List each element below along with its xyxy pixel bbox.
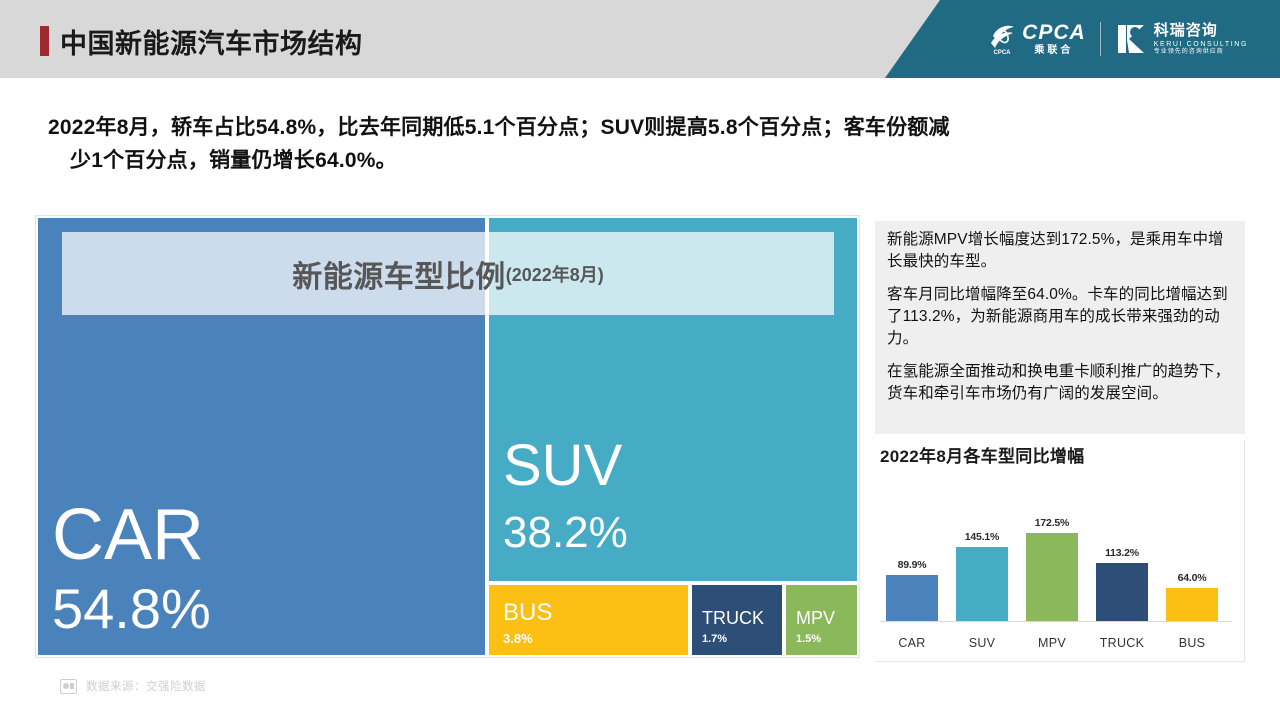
treemap-car-value: 54.8% (52, 577, 211, 640)
bar-value-label-mpv: 172.5% (1034, 517, 1070, 529)
page-title: 中国新能源汽车市场结构 (60, 29, 363, 59)
treemap-mpv-name: MPV (796, 608, 836, 628)
cpca-name: CPCA (1022, 21, 1086, 44)
treemap-chart: CAR 54.8% SUV 38.2% BUS 3.8% TRUCK 1.7% … (36, 216, 859, 657)
bar-axis-label-car: CAR (898, 636, 926, 650)
logo-group: CPCA CPCA 乘联合 科瑞咨询 KERUI CONSULTING 专业领先… (987, 17, 1248, 61)
bar-value-label-car: 89.9% (897, 559, 927, 571)
treemap-truck-name: TRUCK (702, 608, 764, 628)
logo-divider (1099, 22, 1101, 56)
kerui-tagline: 专业领先的咨询供应商 (1153, 48, 1224, 55)
treemap-block-mpv[interactable]: MPV 1.5% (784, 583, 859, 657)
cpca-emblem-icon: CPCA (987, 22, 1017, 56)
bar-rect-truck (1096, 563, 1148, 621)
cpca-subname: 乘联合 (1034, 45, 1074, 56)
insights-panel: 新能源MPV增长幅度达到172.5%，是乘用车中增长最快的车型。 客车月同比增幅… (875, 221, 1245, 434)
bar-rect-mpv (1026, 533, 1078, 621)
kerui-emblem-icon (1115, 22, 1147, 56)
kerui-name-en: KERUI CONSULTING (1153, 40, 1248, 48)
treemap-car-name: CAR (52, 495, 205, 575)
bar-rect-suv (956, 547, 1008, 621)
kerui-logo: 科瑞咨询 KERUI CONSULTING 专业领先的咨询供应商 (1115, 22, 1248, 56)
bar-column-bus[interactable]: 64.0% (1166, 572, 1218, 621)
bar-rect-car (886, 575, 938, 621)
bar-axis-label-mpv: MPV (1038, 636, 1066, 650)
treemap-title-period: (2022年8月) (505, 264, 604, 285)
insight-paragraph-3: 在氢能源全面推动和换电重卡顺利推广的趋势下，货车和牵引车市场仍有广阔的发展空间。 (887, 363, 1231, 402)
bar-chart-title: 2022年8月各车型同比增幅 (880, 447, 1085, 466)
source-text: 数据来源：交强险数据 (86, 681, 206, 693)
treemap-mpv-value: 1.5% (796, 633, 822, 645)
title-accent-bar (40, 26, 49, 56)
bar-column-truck[interactable]: 113.2% (1096, 547, 1148, 621)
treemap-block-truck[interactable]: TRUCK 1.7% (690, 583, 784, 657)
bar-axis-label-bus: BUS (1178, 636, 1206, 650)
bar-value-label-bus: 64.0% (1177, 572, 1207, 584)
treemap-suv-value: 38.2% (503, 508, 628, 557)
bar-axis-label-suv: SUV (968, 636, 996, 650)
svg-text:CPCA: CPCA (994, 50, 1012, 56)
bar-axis-label-truck: TRUCK (1099, 636, 1145, 650)
bar-chart-category-axis: CAR SUV MPV TRUCK BUS (880, 636, 1232, 656)
cpca-wordmark: CPCA 乘联合 (1022, 22, 1086, 56)
page-header: 中国新能源汽车市场结构 CPCA CPCA 乘联合 科瑞咨询 KERUI CON… (0, 0, 1280, 78)
treemap-title-overlay: 新能源车型比例 (2022年8月) (62, 232, 834, 315)
summary-text: 2022年8月，轿车占比54.8%，比去年同期低5.1个百分点；SUV则提高5.… (48, 112, 1228, 177)
treemap-bus-value: 3.8% (503, 631, 533, 646)
treemap-truck-value: 1.7% (702, 633, 728, 645)
bar-rect-bus (1166, 588, 1218, 621)
insight-paragraph-2: 客车月同比增幅降至64.0%。卡车的同比增幅达到了113.2%，为新能源商用车的… (887, 286, 1228, 347)
bar-column-car[interactable]: 89.9% (886, 559, 938, 621)
bar-chart-baseline (880, 621, 1232, 622)
chart-icon (60, 678, 77, 694)
bar-column-suv[interactable]: 145.1% (956, 531, 1008, 621)
growth-bar-chart: 2022年8月各车型同比增幅 89.9% 145.1% 172.5% 113.2% 64… (875, 440, 1245, 662)
bar-value-label-suv: 145.1% (964, 531, 1000, 543)
bar-value-label-truck: 113.2% (1105, 547, 1139, 559)
treemap-suv-name: SUV (503, 433, 623, 498)
kerui-wordmark: 科瑞咨询 KERUI CONSULTING 专业领先的咨询供应商 (1154, 23, 1248, 55)
insight-paragraph-1: 新能源MPV增长幅度达到172.5%，是乘用车中增长最快的车型。 (887, 231, 1224, 270)
source-footer: 数据来源：交强险数据 (60, 678, 206, 694)
cpca-logo: CPCA CPCA 乘联合 (987, 22, 1086, 56)
bar-chart-plot: 89.9% 145.1% 172.5% 113.2% 64.0% (880, 492, 1232, 622)
summary-line-2: 少1个百分点，销量仍增长64.0%。 (70, 148, 397, 172)
summary-line-1: 2022年8月，轿车占比54.8%，比去年同期低5.1个百分点；SUV则提高5.… (48, 116, 950, 139)
treemap-bus-name: BUS (503, 599, 553, 626)
treemap-title: 新能源车型比例 (292, 260, 506, 294)
treemap-block-bus[interactable]: BUS 3.8% (487, 583, 690, 657)
kerui-name-cn: 科瑞咨询 (1153, 21, 1218, 39)
bar-column-mpv[interactable]: 172.5% (1026, 517, 1078, 621)
